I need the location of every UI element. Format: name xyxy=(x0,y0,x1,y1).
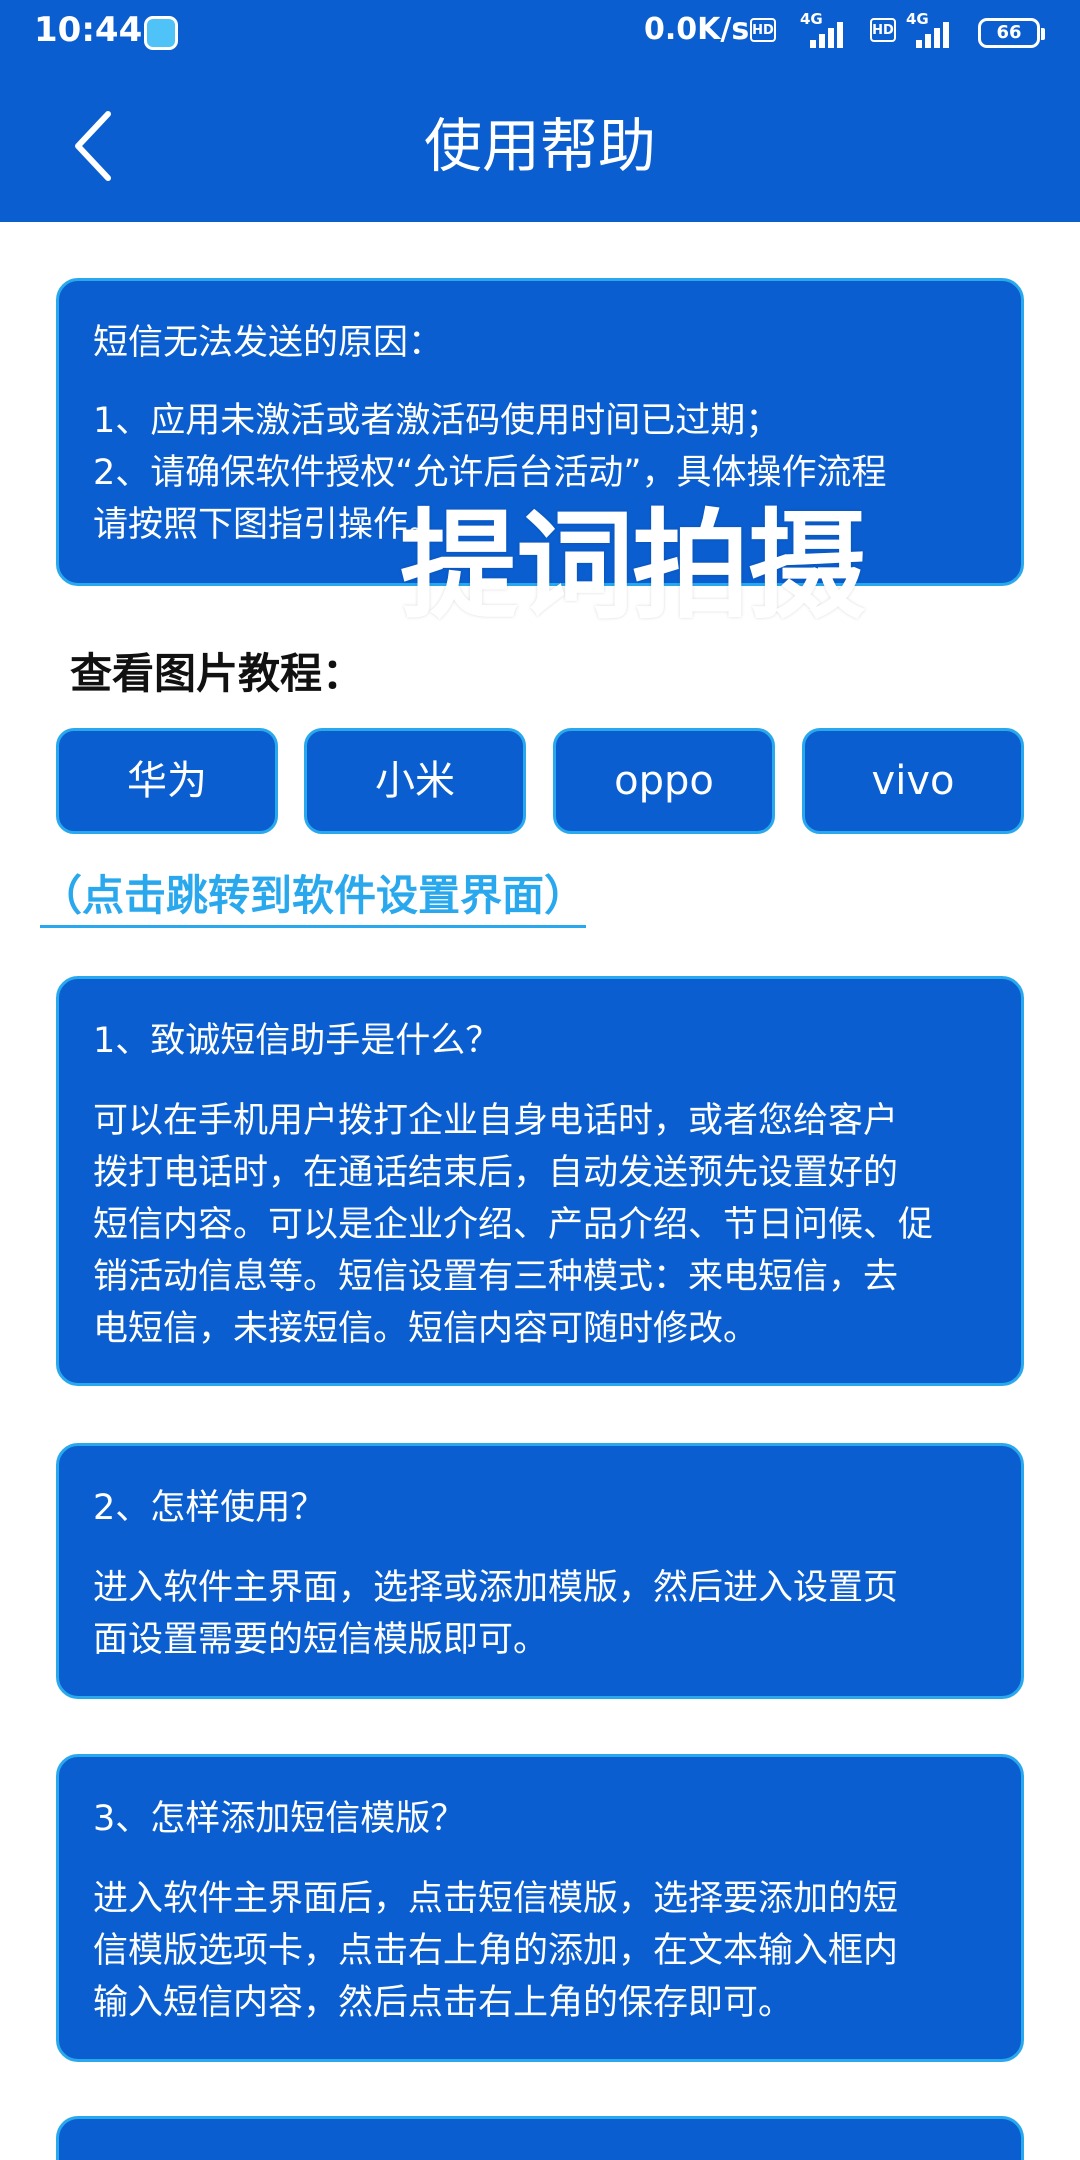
watermark-text: 提词拍摄 xyxy=(400,497,866,635)
faq-answer-line: 短信内容。可以是企业介绍、产品介绍、节日问候、促 xyxy=(93,1205,934,1245)
faq-answer-line: 进入软件主界面，选择或添加模版，然后进入设置页 xyxy=(93,1568,899,1608)
faq-answer-line: 信模版选项卡，点击右上角的添加，在文本输入框内 xyxy=(93,1931,899,1971)
faq-card-1: 1、致诚短信助手是什么？ 可以在手机用户拨打企业自身电话时，或者您给客户 拨打电… xyxy=(56,976,1024,1386)
huawei-button[interactable]: 华为 xyxy=(56,728,278,834)
faq-answer-line: 可以在手机用户拨打企业自身电话时，或者您给客户 xyxy=(93,1101,899,1141)
app-notification-icon xyxy=(144,16,178,50)
faq-card-3: 3、怎样添加短信模版？ 进入软件主界面后，点击短信模版，选择要添加的短 信模版选… xyxy=(56,1754,1024,2062)
signal-icon-2 xyxy=(916,18,962,48)
faq-answer-line: 销活动信息等。短信设置有三种模式：来电短信，去 xyxy=(93,1257,899,1297)
battery-icon: 66 xyxy=(978,18,1045,48)
tutorial-label: 查看图片教程： xyxy=(70,649,365,698)
status-bar: 10:44 0.0K/s HD 4G HD 4G 66 xyxy=(0,0,1080,66)
faq-answer-line: 进入软件主界面后，点击短信模版，选择要添加的短 xyxy=(93,1879,899,1919)
oppo-button[interactable]: oppo xyxy=(553,728,775,834)
faq-card-4 xyxy=(56,2116,1024,2160)
hd-badge-1: HD xyxy=(750,18,776,42)
notice-line: 1、应用未激活或者激活码使用时间已过期； xyxy=(93,401,781,441)
faq-question: 1、致诚短信助手是什么？ xyxy=(93,1021,501,1061)
faq-answer: 进入软件主界面，选择或添加模版，然后进入设置页 面设置需要的短信模版即可。 xyxy=(93,1562,987,1666)
faq-answer-line: 拨打电话时，在通话结束后，自动发送预先设置好的 xyxy=(93,1153,899,1193)
faq-question: 2、怎样使用？ xyxy=(93,1488,326,1528)
status-time: 10:44 xyxy=(34,10,143,50)
faq-card-2: 2、怎样使用？ 进入软件主界面，选择或添加模版，然后进入设置页 面设置需要的短信… xyxy=(56,1443,1024,1699)
signal-icon-1 xyxy=(810,18,856,48)
vivo-button[interactable]: vivo xyxy=(802,728,1024,834)
network-speed: 0.0K/s xyxy=(644,12,750,47)
faq-answer-line: 电短信，未接短信。短信内容可随时修改。 xyxy=(93,1309,759,1349)
faq-question: 3、怎样添加短信模版？ xyxy=(93,1799,466,1839)
faq-answer-line: 输入短信内容，然后点击右上角的保存即可。 xyxy=(93,1983,794,2023)
notice-title: 短信无法发送的原因： xyxy=(93,323,444,363)
settings-link[interactable]: （点击跳转到软件设置界面） xyxy=(40,862,587,928)
faq-answer: 进入软件主界面后，点击短信模版，选择要添加的短 信模版选项卡，点击右上角的添加，… xyxy=(93,1873,987,2029)
xiaomi-button[interactable]: 小米 xyxy=(304,728,526,834)
hd-badge-2: HD xyxy=(870,18,896,42)
faq-answer: 可以在手机用户拨打企业自身电话时，或者您给客户 拨打电话时，在通话结束后，自动发… xyxy=(93,1095,987,1355)
title-bar: 使用帮助 xyxy=(0,66,1080,222)
page-title: 使用帮助 xyxy=(423,112,656,180)
faq-answer-line: 面设置需要的短信模版即可。 xyxy=(93,1620,549,1660)
